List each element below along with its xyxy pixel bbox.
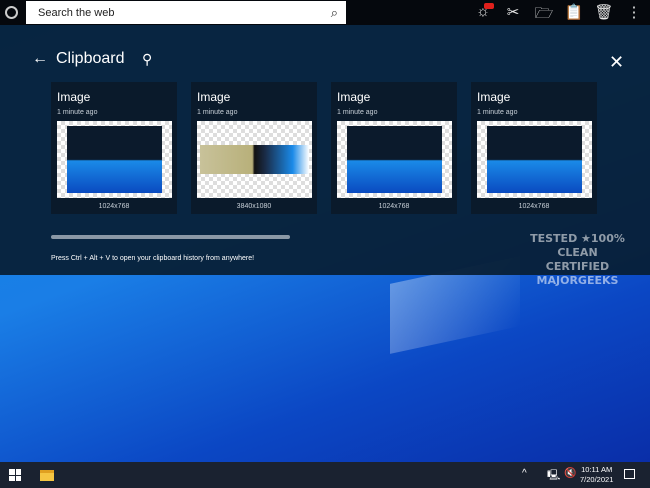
notification-badge bbox=[484, 3, 494, 9]
chevron-up-icon[interactable]: ^ bbox=[522, 468, 527, 479]
watermark-line: TESTED ★100% CLEAN bbox=[530, 232, 625, 259]
date: 7/20/2021 bbox=[580, 475, 614, 484]
trash-icon[interactable]: 🗑 bbox=[593, 3, 615, 21]
top-bar: Search the web ⌕ ☼ ✂ 🗁 📋 🗑 ⋮ bbox=[0, 0, 650, 25]
taskbar: ^ 🖳 🔇 10:11 AM 7/20/2021 bbox=[0, 462, 650, 488]
clipboard-item[interactable]: Image 1 minute ago 1024x768 bbox=[331, 82, 457, 214]
item-thumbnail bbox=[337, 121, 452, 198]
action-center-icon[interactable] bbox=[624, 469, 635, 479]
clipboard-item[interactable]: Image 1 minute ago 1024x768 bbox=[471, 82, 597, 214]
clipboard-item[interactable]: Image 1 minute ago 1024x768 bbox=[51, 82, 177, 214]
item-time: 1 minute ago bbox=[57, 109, 98, 116]
item-time: 1 minute ago bbox=[337, 109, 378, 116]
clipboard-item[interactable]: Image 1 minute ago 3840x1080 bbox=[191, 82, 317, 214]
item-title: Image bbox=[57, 90, 91, 104]
item-thumbnail bbox=[57, 121, 172, 198]
hint-text: Press Ctrl + Alt + V to open your clipbo… bbox=[51, 255, 255, 262]
panel-header: ← Clipboard ⚲ bbox=[32, 50, 153, 68]
search-input[interactable]: Search the web ⌕ bbox=[26, 1, 346, 24]
item-size: 1024x768 bbox=[518, 203, 550, 210]
search-placeholder: Search the web bbox=[38, 6, 115, 19]
item-size: 3840x1080 bbox=[236, 203, 272, 210]
search-icon[interactable]: ⌕ bbox=[331, 5, 338, 21]
windows-start-icon[interactable] bbox=[9, 469, 21, 481]
horizontal-scrollbar[interactable] bbox=[51, 235, 290, 239]
item-thumbnail bbox=[197, 121, 312, 198]
close-icon[interactable]: ✕ bbox=[609, 52, 624, 73]
item-thumbnail bbox=[477, 121, 592, 198]
item-title: Image bbox=[477, 90, 511, 104]
volume-muted-icon[interactable]: 🔇 bbox=[564, 468, 576, 479]
clipboard-icon[interactable]: 📋 bbox=[563, 3, 585, 21]
item-title: Image bbox=[197, 90, 231, 104]
snip-icon[interactable]: ✂ bbox=[502, 3, 524, 21]
clock[interactable]: 10:11 AM 7/20/2021 bbox=[580, 465, 613, 485]
item-time: 1 minute ago bbox=[477, 109, 518, 116]
circle-menu-icon[interactable] bbox=[5, 6, 18, 19]
watermark-line: MAJORGEEKS bbox=[536, 274, 619, 287]
item-title: Image bbox=[337, 90, 371, 104]
item-size: 1024x768 bbox=[98, 203, 130, 210]
network-icon[interactable]: 🖳 bbox=[547, 468, 560, 485]
time: 10:11 AM bbox=[581, 465, 613, 474]
item-time: 1 minute ago bbox=[197, 109, 238, 116]
item-size: 1024x768 bbox=[378, 203, 410, 210]
more-icon[interactable]: ⋮ bbox=[623, 3, 645, 21]
search-icon[interactable]: ⚲ bbox=[142, 51, 152, 68]
file-explorer-icon[interactable] bbox=[40, 470, 54, 481]
watermark-line: CERTIFIED bbox=[545, 260, 610, 273]
watermark: TESTED ★100% CLEAN CERTIFIED MAJORGEEKS bbox=[510, 232, 645, 288]
back-arrow-icon[interactable]: ← bbox=[32, 50, 48, 68]
page-title: Clipboard bbox=[56, 50, 125, 67]
